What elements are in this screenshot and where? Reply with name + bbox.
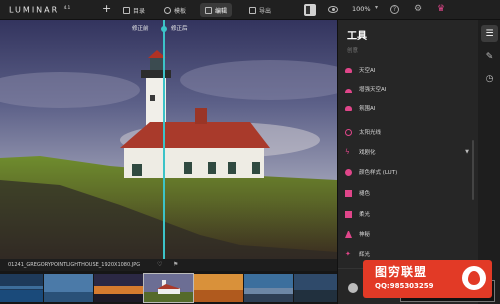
catalog-label: 目录 bbox=[133, 7, 146, 15]
heart-icon[interactable]: ♡ bbox=[157, 261, 162, 268]
chevron-down-icon[interactable]: ▾ bbox=[375, 4, 378, 11]
mystical-icon bbox=[345, 230, 352, 238]
thumbnail-selected[interactable] bbox=[143, 273, 194, 303]
thumbnail[interactable] bbox=[194, 274, 243, 302]
before-label: 修正前 bbox=[132, 26, 149, 32]
top-toolbar: LUMINAR 4.1 + 目录 模板 编辑 导出 100% ▾ ? ⚙ ♛ bbox=[0, 0, 500, 20]
catalog-tab[interactable]: 目录 bbox=[118, 3, 150, 17]
tool-sky-ai[interactable]: 天空AI bbox=[345, 64, 473, 76]
trophy-icon[interactable]: ♛ bbox=[437, 4, 445, 14]
tool-atmosphere-ai[interactable]: 氛围AI bbox=[345, 102, 473, 114]
photo-canvas[interactable]: 修正前 修正后 bbox=[0, 20, 337, 259]
tool-label: 戏剧化 bbox=[359, 150, 376, 156]
history-icon[interactable]: ◷ bbox=[481, 70, 498, 87]
matte-icon bbox=[345, 189, 352, 197]
luminar-app: LUMINAR 4.1 + 目录 模板 编辑 导出 100% ▾ ? ⚙ ♛ 修… bbox=[0, 0, 500, 304]
sliders-icon[interactable]: ☰ bbox=[481, 25, 498, 42]
thumbnail[interactable] bbox=[94, 274, 143, 302]
zoom-level[interactable]: 100% bbox=[352, 5, 371, 13]
help-icon[interactable]: ? bbox=[390, 5, 399, 14]
file-name: 01241_GREGORYPOINTLIGHTHOUSE_1920X1080.J… bbox=[8, 262, 141, 268]
palette-icon bbox=[345, 168, 352, 176]
export-tab[interactable]: 导出 bbox=[244, 3, 276, 17]
thumbnail[interactable] bbox=[294, 274, 337, 302]
tool-mystical[interactable]: 神秘 bbox=[345, 228, 473, 240]
edit-tab[interactable]: 编辑 bbox=[200, 3, 233, 17]
flag-icon[interactable]: ⚑ bbox=[173, 261, 178, 268]
app-logo: LUMINAR 4.1 bbox=[9, 5, 70, 15]
tool-label: 氛围AI bbox=[359, 106, 376, 112]
add-photos-button[interactable]: + bbox=[102, 2, 111, 15]
preset-icon[interactable] bbox=[348, 283, 358, 293]
tool-matte[interactable]: 褪色 bbox=[345, 187, 473, 199]
filmstrip bbox=[0, 271, 337, 304]
thumbnail[interactable] bbox=[44, 274, 93, 302]
tool-label: 颜色样式 (LUT) bbox=[359, 170, 398, 176]
panel-scrollbar[interactable] bbox=[472, 140, 474, 200]
thumbnail[interactable] bbox=[0, 274, 43, 302]
tool-sky-enhancer[interactable]: 增强天空AI bbox=[345, 83, 473, 95]
lighthouse-photo bbox=[0, 20, 337, 259]
watermark-title: 图穷联盟 bbox=[375, 265, 428, 279]
compare-toggle-button[interactable] bbox=[304, 4, 316, 16]
lightning-icon: ϟ bbox=[345, 147, 350, 156]
templates-label: 模板 bbox=[174, 7, 187, 15]
tool-dramatic[interactable]: ϟ 戏剧化 ▼ bbox=[345, 146, 473, 158]
templates-icon bbox=[164, 6, 171, 14]
before-after-divider[interactable] bbox=[163, 20, 165, 259]
tool-label: 天空AI bbox=[359, 68, 376, 74]
app-version: 4.1 bbox=[63, 5, 71, 10]
export-icon bbox=[249, 6, 256, 14]
tool-label: 褪色 bbox=[359, 191, 371, 197]
edit-label: 编辑 bbox=[215, 7, 228, 15]
watermark-banner: 图穷联盟 QQ:985303259 bbox=[363, 260, 492, 298]
section-label: 创意 bbox=[347, 48, 359, 54]
edit-icon bbox=[205, 6, 212, 14]
gear-icon[interactable]: ⚙ bbox=[414, 4, 422, 14]
glow-icon: ✦ bbox=[345, 249, 351, 258]
tool-glow[interactable]: ✦ 辉光 bbox=[345, 248, 473, 260]
after-label: 修正后 bbox=[171, 26, 188, 32]
plus-icon: + bbox=[102, 2, 112, 15]
watermark-logo-icon bbox=[462, 266, 486, 290]
watermark-qq: QQ:985303259 bbox=[375, 282, 434, 290]
sky-enhancer-icon bbox=[345, 88, 352, 93]
export-label: 导出 bbox=[259, 7, 272, 15]
catalog-icon bbox=[123, 6, 130, 14]
tool-label: 增强天空AI bbox=[359, 87, 387, 93]
eye-icon[interactable] bbox=[328, 6, 338, 13]
cloud-icon bbox=[345, 105, 352, 111]
tool-sunrays[interactable]: 太阳光线 bbox=[345, 126, 473, 138]
tool-label: 太阳光线 bbox=[359, 130, 382, 136]
divider-handle[interactable] bbox=[161, 26, 167, 32]
soft-glow-icon bbox=[345, 210, 352, 218]
chevron-down-icon[interactable]: ▼ bbox=[465, 149, 469, 155]
tool-label: 辉光 bbox=[359, 252, 371, 258]
templates-tab[interactable]: 模板 bbox=[159, 3, 191, 17]
tool-label: 神秘 bbox=[359, 232, 371, 238]
app-name: LUMINAR bbox=[9, 5, 60, 15]
tool-label: 柔光 bbox=[359, 212, 371, 218]
panel-title: 工具 bbox=[347, 31, 367, 42]
brush-icon[interactable]: ✎ bbox=[481, 48, 498, 65]
tool-soft-glow[interactable]: 柔光 bbox=[345, 208, 473, 220]
thumbnail[interactable] bbox=[244, 274, 293, 302]
tool-color-style-lut[interactable]: 颜色样式 (LUT) bbox=[345, 166, 473, 178]
cloud-icon bbox=[345, 67, 352, 73]
file-info-bar: 01241_GREGORYPOINTLIGHTHOUSE_1920X1080.J… bbox=[0, 259, 337, 271]
sun-icon bbox=[345, 128, 352, 136]
